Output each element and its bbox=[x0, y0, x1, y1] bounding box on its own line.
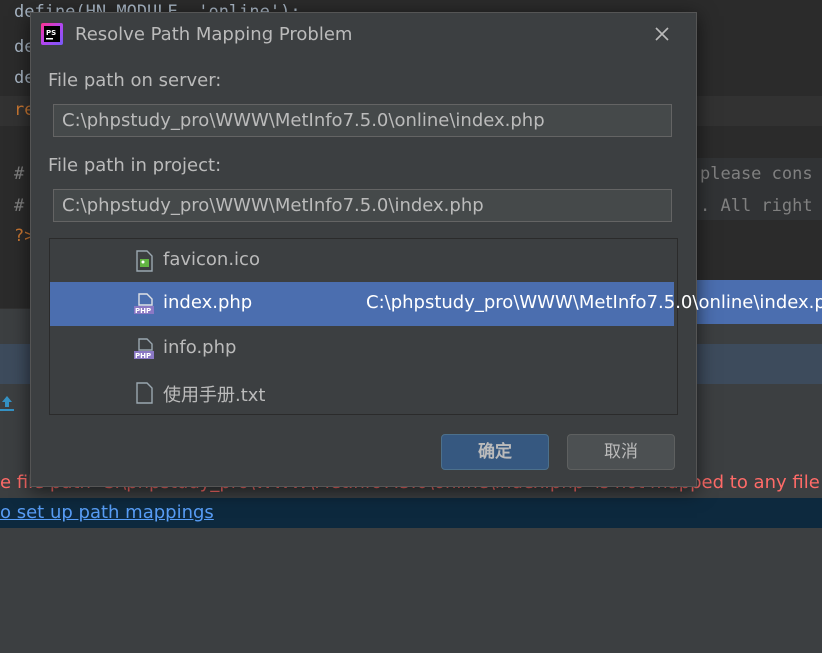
tree-row-info-php[interactable]: PHP info.php bbox=[50, 327, 674, 371]
image-file-icon bbox=[136, 250, 153, 272]
file-name: 使用手册.txt bbox=[163, 385, 266, 406]
file-name: info.php bbox=[163, 337, 237, 358]
dialog-title: Resolve Path Mapping Problem bbox=[75, 24, 353, 45]
svg-text:PHP: PHP bbox=[135, 352, 151, 360]
cancel-button[interactable]: 取消 bbox=[567, 434, 675, 470]
comment-text-2: . All right bbox=[700, 196, 813, 216]
file-name: favicon.ico bbox=[163, 249, 260, 270]
comment-text-1: please cons bbox=[700, 164, 813, 184]
close-icon[interactable] bbox=[651, 23, 673, 45]
server-path-field[interactable]: C:\phpstudy_pro\WWW\MetInfo7.5.0\online\… bbox=[53, 104, 672, 137]
project-file-tree[interactable]: favicon.ico PHP index.php PHP info.php 使… bbox=[49, 238, 678, 415]
resolve-path-mapping-dialog: PS Resolve Path Mapping Problem File pat… bbox=[30, 12, 697, 487]
project-path-label: File path in project: bbox=[48, 155, 222, 176]
svg-text:PS: PS bbox=[46, 29, 56, 37]
tree-row-manual-txt[interactable]: 使用手册.txt bbox=[50, 371, 674, 414]
setup-path-mappings-link[interactable]: o set up path mappings bbox=[0, 502, 214, 523]
project-path-field[interactable]: C:\phpstudy_pro\WWW\MetInfo7.5.0\index.p… bbox=[53, 189, 672, 222]
upload-icon[interactable] bbox=[0, 394, 14, 412]
ok-button[interactable]: 确定 bbox=[441, 434, 549, 470]
text-file-icon bbox=[136, 382, 153, 404]
server-path-label: File path on server: bbox=[48, 70, 222, 91]
svg-text:PHP: PHP bbox=[135, 307, 151, 315]
php-file-icon: PHP bbox=[134, 338, 154, 360]
selected-file-mapped-path: C:\phpstudy_pro\WWW\MetInfo7.5.0\online\… bbox=[366, 292, 822, 313]
php-file-icon: PHP bbox=[134, 293, 154, 315]
phpstorm-logo-icon: PS bbox=[41, 23, 63, 45]
tree-row-favicon[interactable]: favicon.ico bbox=[50, 239, 674, 283]
file-name: index.php bbox=[163, 292, 253, 313]
